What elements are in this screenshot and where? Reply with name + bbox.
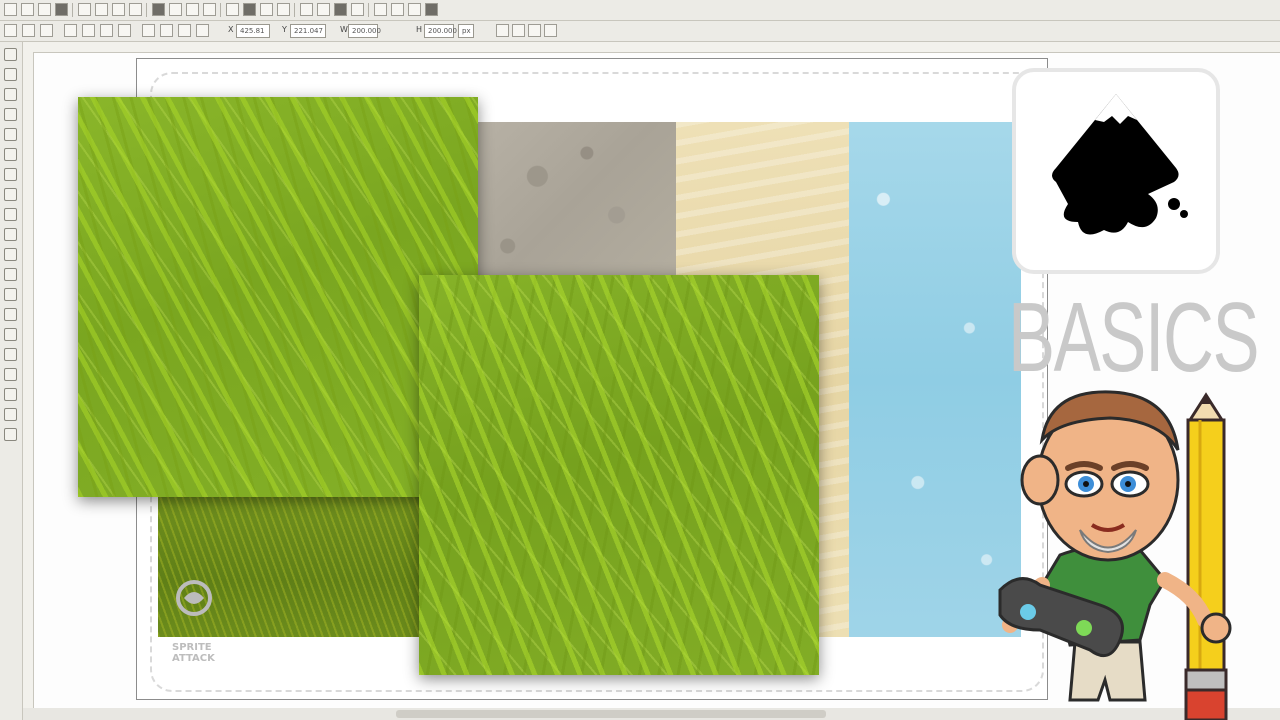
spray-tool-icon[interactable]: [4, 328, 17, 341]
connector-tool-icon[interactable]: [4, 428, 17, 441]
zoom-page-icon[interactable]: [243, 3, 256, 16]
deselect-icon[interactable]: [40, 24, 53, 37]
toolbar-separator: [72, 3, 73, 17]
command-bar: [0, 0, 1280, 21]
zoom-tool-icon[interactable]: [4, 108, 17, 121]
w-input[interactable]: 200.000: [348, 24, 381, 38]
horizontal-ruler[interactable]: [23, 42, 1280, 53]
print-icon[interactable]: [55, 3, 68, 16]
gradient-tool-icon[interactable]: [4, 388, 17, 401]
grass-texture-tile-1[interactable]: [78, 97, 478, 497]
duplicate-icon[interactable]: [260, 3, 273, 16]
open-icon[interactable]: [21, 3, 34, 16]
tool-controls-bar: X 425.81 Y 221.047 W 200.000 H 200.000 p…: [0, 21, 1280, 42]
spiral-tool-icon[interactable]: [4, 228, 17, 241]
dropper-tool-icon[interactable]: [4, 408, 17, 421]
rotate-ccw-icon[interactable]: [64, 24, 77, 37]
scale-stroke-icon[interactable]: [496, 24, 509, 37]
rectangle-tool-icon[interactable]: [4, 148, 17, 161]
toolbar-separator: [146, 3, 147, 17]
copy-icon[interactable]: [152, 3, 165, 16]
star-tool-icon[interactable]: [4, 208, 17, 221]
undo-icon[interactable]: [112, 3, 125, 16]
flip-vertical-icon[interactable]: [118, 24, 131, 37]
cut-icon[interactable]: [169, 3, 182, 16]
h-input[interactable]: 200.000: [424, 24, 457, 38]
eraser-tool-icon[interactable]: [4, 348, 17, 361]
lower-icon[interactable]: [178, 24, 191, 37]
toolbar-separator: [294, 3, 295, 17]
sprite-attack-watermark: SPRITE ATTACK: [172, 642, 215, 664]
scrollbar-thumb[interactable]: [396, 710, 826, 718]
toolbox: [0, 42, 23, 720]
3d-box-tool-icon[interactable]: [4, 168, 17, 181]
tweak-tool-icon[interactable]: [4, 88, 17, 101]
y-label: Y: [282, 25, 287, 34]
paste-icon[interactable]: [186, 3, 199, 16]
y-input[interactable]: 221.047: [290, 24, 326, 38]
zoom-drawing-icon[interactable]: [226, 3, 239, 16]
align-icon[interactable]: [408, 3, 421, 16]
new-icon[interactable]: [4, 3, 17, 16]
select-all-layers-icon[interactable]: [22, 24, 35, 37]
pen-tool-icon[interactable]: [4, 268, 17, 281]
vertical-ruler[interactable]: [23, 52, 34, 712]
mascot-character: [998, 390, 1232, 720]
text-tool-icon[interactable]: [4, 308, 17, 321]
raise-icon[interactable]: [160, 24, 173, 37]
unit-select[interactable]: px: [458, 24, 474, 38]
pencil-tool-icon[interactable]: [4, 248, 17, 261]
sprite-attack-logo-icon: [176, 580, 212, 616]
watermark-line-2: ATTACK: [172, 653, 215, 664]
paint-bucket-tool-icon[interactable]: [4, 368, 17, 381]
measure-tool-icon[interactable]: [4, 128, 17, 141]
import-icon[interactable]: [78, 3, 91, 16]
basics-title: BASICS: [1008, 282, 1260, 392]
w-label: W: [340, 25, 348, 34]
ellipse-tool-icon[interactable]: [4, 188, 17, 201]
x-input[interactable]: 425.81: [236, 24, 270, 38]
inkscape-logo-icon: [1052, 94, 1188, 235]
h-label: H: [416, 25, 423, 34]
rotate-cw-icon[interactable]: [82, 24, 95, 37]
toolbar-separator: [220, 3, 221, 17]
group-icon[interactable]: [317, 3, 330, 16]
lower-to-bottom-icon[interactable]: [196, 24, 209, 37]
x-label: X: [228, 25, 234, 34]
export-icon[interactable]: [95, 3, 108, 16]
xml-editor-icon[interactable]: [391, 3, 404, 16]
toolbar-separator: [368, 3, 369, 17]
clone-icon[interactable]: [277, 3, 290, 16]
inkscape-logo-box: [1012, 68, 1220, 274]
save-icon[interactable]: [38, 3, 51, 16]
watermark-line-1: SPRITE: [172, 642, 212, 653]
redo-icon[interactable]: [129, 3, 142, 16]
grass-texture-tile-2[interactable]: [419, 275, 819, 675]
ungroup-icon[interactable]: [334, 3, 347, 16]
preferences-icon[interactable]: [425, 3, 438, 16]
select-all-icon[interactable]: [4, 24, 17, 37]
flip-horizontal-icon[interactable]: [100, 24, 113, 37]
scale-corners-icon[interactable]: [512, 24, 525, 37]
fill-stroke-icon[interactable]: [351, 3, 364, 16]
move-gradients-icon[interactable]: [528, 24, 541, 37]
text-font-icon[interactable]: [374, 3, 387, 16]
calligraphy-tool-icon[interactable]: [4, 288, 17, 301]
raise-to-top-icon[interactable]: [142, 24, 155, 37]
unlink-icon[interactable]: [300, 3, 313, 16]
selector-tool-icon[interactable]: [4, 48, 17, 61]
zoom-selection-icon[interactable]: [203, 3, 216, 16]
stone-texture-tile[interactable]: [478, 122, 676, 277]
pencil-icon: [1184, 392, 1228, 720]
move-patterns-icon[interactable]: [544, 24, 557, 37]
node-tool-icon[interactable]: [4, 68, 17, 81]
